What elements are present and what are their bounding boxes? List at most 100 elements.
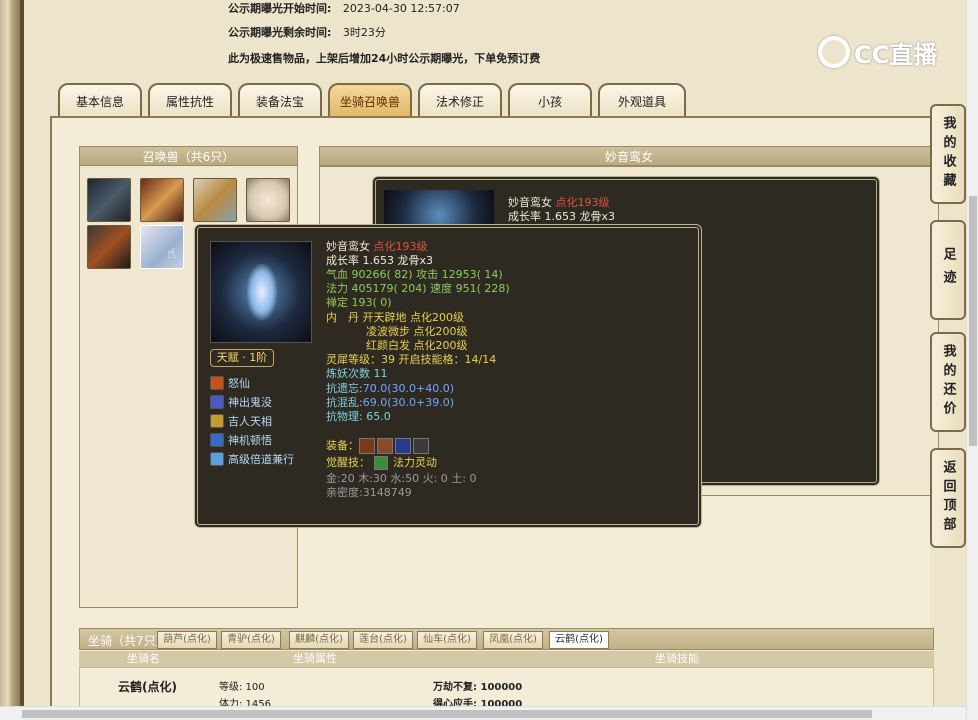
popup-res-2: 抗混乱:69.0(30.0+39.0)	[326, 396, 454, 410]
popup-mp-spd: 法力 405179( 204) 速度 951( 228)	[326, 282, 510, 296]
selected-pet-title: 妙音鸾女	[319, 146, 939, 166]
exposure-start: 公示期曝光开始时间: 2023-04-30 12:57:07	[228, 0, 460, 16]
dan-label: 内 丹	[326, 311, 359, 324]
popup-dan-2: 凌波微步 点化200级	[366, 325, 468, 338]
pet-thumb-3[interactable]	[193, 178, 237, 222]
awaken-label: 觉醒技：	[326, 456, 370, 469]
skill-insight-icon	[210, 433, 224, 447]
popup-equip: 装备：	[326, 438, 431, 454]
res2-label: 抗混乱:	[326, 396, 363, 409]
side-button-my-offers[interactable]: 我的还价	[930, 332, 966, 432]
exposure-remaining-value: 3时23分	[342, 26, 386, 39]
zen-value: 193( 0)	[351, 296, 392, 309]
res1-label: 抗遗忘:	[326, 382, 363, 395]
equip-slot-3-icon[interactable]	[395, 438, 411, 454]
popup-hp-atk: 气血 90266( 82) 攻击 12953( 14)	[326, 268, 503, 282]
skill-label-4: 神机顿悟	[228, 434, 272, 447]
awaken-value: 法力灵动	[393, 456, 437, 469]
mount-table-header: 坐骑名 坐骑属性 坐骑技能	[79, 651, 934, 667]
equip-slot-4-icon[interactable]	[413, 438, 429, 454]
soul-label: 灵犀等级：	[326, 353, 381, 366]
skill-label-1: 怒仙	[228, 377, 250, 390]
side-button-favorites[interactable]: 我的收藏	[930, 104, 966, 204]
mount-header-name: 坐骑名	[127, 652, 160, 665]
res3-label: 抗物理:	[326, 410, 363, 423]
side-button-back-to-top[interactable]: 返回顶部	[930, 448, 966, 548]
tab-attributes[interactable]: 属性抗性	[148, 83, 232, 117]
pet-thumb-1[interactable]	[87, 178, 131, 222]
skill-dash-icon	[210, 452, 224, 466]
pet-thumb-2[interactable]	[140, 178, 184, 222]
tab-appearance[interactable]: 外观道具	[598, 83, 686, 117]
pet-portrait	[210, 241, 312, 343]
mount-header-attr: 坐骑属性	[293, 652, 337, 665]
mount-skill-1: 万劫不复: 100000	[433, 682, 523, 693]
skill-stealth-icon	[210, 395, 224, 409]
left-border	[0, 0, 20, 720]
mp-label: 法力	[326, 282, 348, 295]
popup-res-1: 抗遗忘:70.0(30.0+40.0)	[326, 382, 454, 396]
skill-rage-icon	[210, 376, 224, 390]
vertical-scroll-thumb[interactable]	[969, 196, 977, 446]
zen-label: 禅定	[326, 296, 348, 309]
cc-logo-text: CC直播	[854, 40, 938, 69]
res1-value: 70.0(30.0+40.0)	[362, 382, 454, 395]
atk-value: 12953( 14)	[441, 268, 503, 281]
mount-tab-2[interactable]: 青驴(点化)	[221, 631, 281, 649]
fast-sale-notice: 此为极速售物品，上架后增加24小时公示期曝光，下单免预订费	[228, 52, 541, 65]
refine-label: 炼妖次数	[326, 367, 370, 380]
horizontal-scrollbar[interactable]	[0, 706, 966, 720]
tab-basic-info[interactable]: 基本信息	[58, 83, 142, 117]
mount-tab-3[interactable]: 麒麟(点化)	[289, 631, 349, 649]
hp-label: 气血	[326, 268, 348, 281]
tab-spell-correction[interactable]: 法术修正	[418, 83, 502, 117]
mount-tab-1[interactable]: 葫芦(点化)	[157, 631, 217, 649]
popup-intimacy: 亲密度:3148749	[326, 486, 412, 499]
pet-list-title: 召唤兽（共6只）	[79, 146, 298, 166]
mount-tab-6[interactable]: 凤凰(点化)	[483, 631, 543, 649]
mount-tab-7[interactable]: 云鹤(点化)	[549, 631, 609, 649]
mp-value: 405179( 204)	[351, 282, 427, 295]
exposure-start-label: 公示期曝光开始时间:	[228, 2, 332, 15]
side-button-history[interactable]: 足迹	[930, 220, 966, 320]
skill-row-1: 怒仙	[210, 375, 250, 391]
side-button-back-to-top-label: 返回顶部	[940, 460, 956, 536]
popup-awaken: 觉醒技： 法力灵动	[326, 456, 437, 470]
popup-soul: 灵犀等级：39 开启技能格：14/14	[326, 353, 496, 367]
popup-refine: 炼妖次数 11	[326, 367, 388, 381]
pet-thumb-4[interactable]	[246, 178, 290, 222]
pet-thumb-5[interactable]	[87, 225, 131, 269]
mount-tab-5[interactable]: 仙车(点化)	[417, 631, 477, 649]
vertical-scrollbar[interactable]	[966, 0, 978, 720]
popup-dan-1: 内 丹 开天辟地 点化200级	[326, 311, 464, 325]
horizontal-scroll-thumb[interactable]	[22, 710, 872, 718]
tab-equipment[interactable]: 装备法宝	[238, 83, 322, 117]
popup-res-3: 抗物理: 65.0	[326, 410, 391, 424]
mount-tab-4[interactable]: 莲台(点化)	[353, 631, 413, 649]
popup-growth: 成长率 1.653 龙骨x3	[326, 254, 433, 267]
res3-value: 65.0	[366, 410, 391, 423]
equip-slot-2-icon[interactable]	[377, 438, 393, 454]
popup-elements: 金:20 木:30 水:50 火: 0 土: 0	[326, 472, 477, 485]
exposure-start-value: 2023-04-30 12:57:07	[342, 2, 460, 15]
atk-label: 攻击	[416, 268, 439, 281]
mount-table-row: 云鹤(点化) 等级: 100 体力: 1456 万劫不复: 100000 得心应…	[79, 667, 934, 710]
skill-row-2: 神出鬼没	[210, 394, 272, 410]
hp-value: 90266( 82)	[351, 268, 413, 281]
equip-slot-1-icon[interactable]	[359, 438, 375, 454]
cc-live-logo: CC直播	[818, 32, 958, 72]
spd-value: 951( 228)	[455, 282, 510, 295]
tab-child[interactable]: 小孩	[508, 83, 592, 117]
pet-figure	[247, 264, 277, 320]
popup-zen: 禅定 193( 0)	[326, 296, 392, 310]
mount-header-skill: 坐骑技能	[655, 652, 699, 665]
equip-label: 装备：	[326, 439, 359, 452]
skill-luck-icon	[210, 414, 224, 428]
tab-mounts-pets[interactable]: 坐骑召唤兽	[328, 83, 412, 117]
pet-tooltip-popup: 天赋 · 1阶 怒仙 神出鬼没 吉人天相 神机顿悟 高级倍道兼行 妙音鸾女 点化…	[194, 224, 702, 528]
exposure-remaining-label: 公示期曝光剩余时间:	[228, 26, 332, 39]
pet-thumb-6[interactable]: ☝	[140, 225, 184, 269]
res2-value: 69.0(30.0+39.0)	[362, 396, 454, 409]
awaken-icon	[373, 456, 388, 470]
cc-logo-icon	[818, 36, 850, 68]
